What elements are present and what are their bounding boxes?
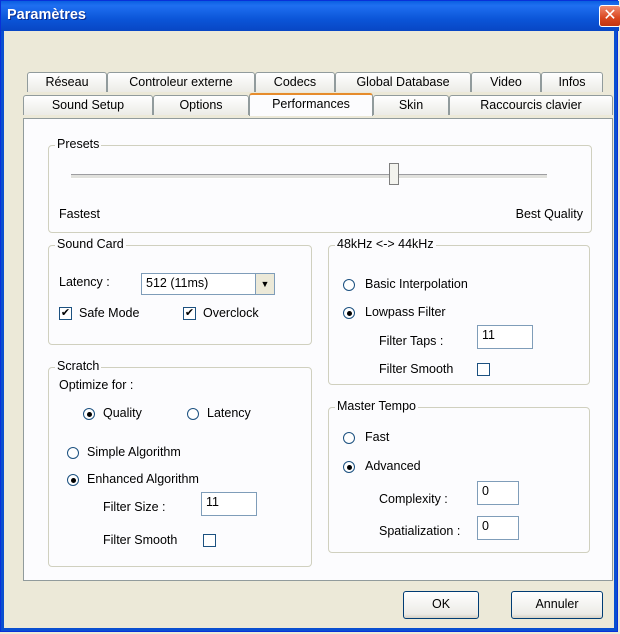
scratch-filter-smooth-label: Filter Smooth	[103, 533, 178, 547]
tab-skin[interactable]: Skin	[373, 95, 449, 115]
cancel-button[interactable]: Annuler	[511, 591, 603, 619]
settings-window: Paramètres ✕ Réseau Controleur externe C…	[0, 0, 620, 632]
sound-card-group: Sound Card Latency : 512 (11ms) ▼ ✔ Safe…	[48, 237, 312, 345]
quality-label: Quality	[103, 406, 142, 420]
spatialization-input[interactable]: 0	[477, 516, 519, 540]
advanced-label: Advanced	[365, 459, 421, 473]
lowpass-filter-label: Lowpass Filter	[365, 305, 446, 319]
optimize-for-label: Optimize for :	[59, 378, 134, 392]
performances-panel: Presets Fastest Best Quality Sound Card …	[23, 118, 613, 581]
close-icon: ✕	[603, 7, 617, 24]
basic-interpolation-radio[interactable]	[343, 279, 355, 291]
tab-raccourcis-clavier[interactable]: Raccourcis clavier	[449, 95, 613, 115]
master-tempo-group: Master Tempo Fast Advanced Complexity : …	[328, 399, 590, 553]
filter-size-input[interactable]: 11	[201, 492, 257, 516]
fast-radio[interactable]	[343, 432, 355, 444]
best-quality-label: Best Quality	[515, 207, 583, 221]
window-border-bottom	[1, 628, 617, 631]
complexity-input[interactable]: 0	[477, 481, 519, 505]
safe-mode-checkbox[interactable]: ✔	[59, 307, 72, 320]
fastest-label: Fastest	[59, 207, 100, 221]
scratch-legend: Scratch	[55, 359, 102, 373]
enhanced-algorithm-label: Enhanced Algorithm	[87, 472, 199, 486]
overclock-checkbox[interactable]: ✔	[183, 307, 196, 320]
window-title: Paramètres	[7, 7, 86, 23]
scratch-latency-label: Latency	[207, 406, 251, 420]
enhanced-algorithm-radio[interactable]	[67, 474, 79, 486]
ok-button[interactable]: OK	[403, 591, 479, 619]
advanced-radio[interactable]	[343, 461, 355, 473]
quality-radio[interactable]	[83, 408, 95, 420]
tab-infos[interactable]: Infos	[541, 72, 603, 92]
overclock-label: Overclock	[203, 306, 259, 320]
complexity-label: Complexity :	[379, 492, 448, 506]
tab-performances[interactable]: Performances	[249, 93, 373, 116]
presets-slider-track[interactable]	[71, 174, 547, 179]
tab-reseau[interactable]: Réseau	[27, 72, 107, 92]
latency-select[interactable]: 512 (11ms) ▼	[141, 273, 275, 295]
latency-label: Latency :	[59, 275, 110, 289]
presets-slider-thumb[interactable]	[389, 163, 399, 185]
filter-taps-input[interactable]: 11	[477, 325, 533, 349]
basic-interpolation-label: Basic Interpolation	[365, 277, 468, 291]
scratch-filter-smooth-checkbox[interactable]	[203, 534, 216, 547]
fast-label: Fast	[365, 430, 390, 444]
presets-legend: Presets	[55, 137, 102, 151]
latency-radio[interactable]	[187, 408, 199, 420]
safe-mode-label: Safe Mode	[79, 306, 140, 320]
master-tempo-legend: Master Tempo	[335, 399, 418, 413]
lowpass-filter-radio[interactable]	[343, 307, 355, 319]
window-border-left	[1, 31, 4, 631]
resample-group: 48kHz <-> 44kHz Basic Interpolation Lowp…	[328, 237, 590, 385]
tab-global-database[interactable]: Global Database	[335, 72, 471, 92]
filter-taps-label: Filter Taps :	[379, 334, 444, 348]
simple-algorithm-label: Simple Algorithm	[87, 445, 181, 459]
spatialization-label: Spatialization :	[379, 524, 461, 538]
resample-filter-smooth-checkbox[interactable]	[477, 363, 490, 376]
tab-codecs[interactable]: Codecs	[255, 72, 335, 92]
filter-size-label: Filter Size :	[103, 500, 166, 514]
chevron-down-icon[interactable]: ▼	[255, 274, 274, 294]
resample-legend: 48kHz <-> 44kHz	[335, 237, 436, 251]
tab-sound-setup[interactable]: Sound Setup	[23, 95, 153, 115]
latency-value: 512 (11ms)	[146, 276, 209, 290]
tab-controleur-externe[interactable]: Controleur externe	[107, 72, 255, 92]
tab-options[interactable]: Options	[153, 95, 249, 115]
tab-video[interactable]: Video	[471, 72, 541, 92]
resample-filter-smooth-label: Filter Smooth	[379, 362, 454, 376]
close-button[interactable]: ✕	[599, 5, 620, 27]
simple-algorithm-radio[interactable]	[67, 447, 79, 459]
presets-group: Presets Fastest Best Quality	[48, 137, 592, 233]
scratch-group: Scratch Optimize for : Quality Latency S…	[48, 359, 312, 567]
title-bar[interactable]: Paramètres ✕	[1, 1, 620, 31]
sound-card-legend: Sound Card	[55, 237, 126, 251]
window-border-right	[614, 31, 617, 631]
